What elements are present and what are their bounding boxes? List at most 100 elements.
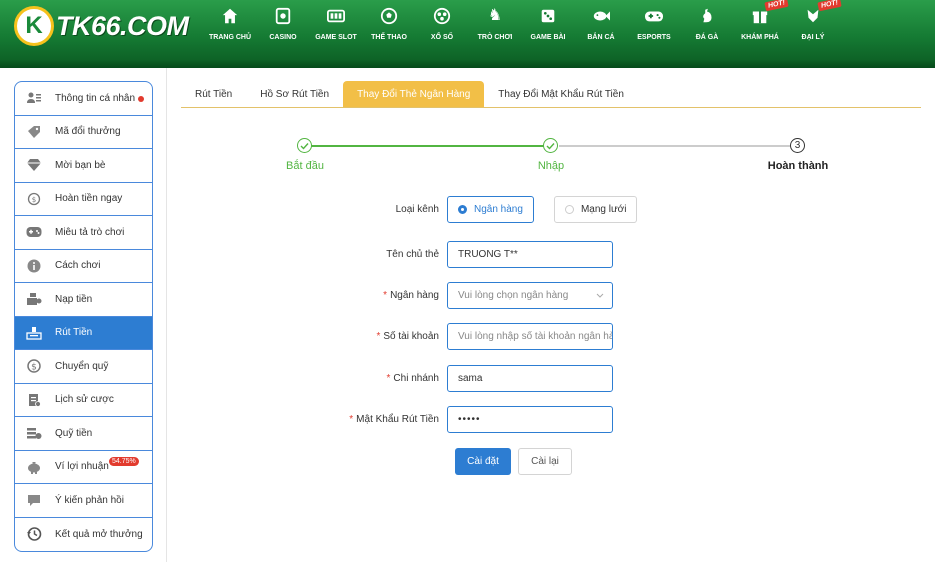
- sidebar-item-label: Nạp tiền: [55, 293, 93, 305]
- sidebar-item-label: Hoàn tiền ngay: [55, 193, 123, 205]
- nav-label: BẮN CÁ: [587, 34, 615, 41]
- nav-item-agent[interactable]: HOT! ĐẠI LÝ: [787, 0, 842, 46]
- sidebar-item-label: Cách chơi: [55, 260, 101, 272]
- branch-input[interactable]: sama: [447, 365, 613, 392]
- sidebar-item-label: Mã đổi thưởng: [55, 126, 121, 138]
- step-2-circle: [543, 138, 558, 153]
- diamond-icon: [25, 156, 43, 174]
- nav-item-sports[interactable]: THỂ THAO: [363, 6, 415, 46]
- step-3-label: Hoàn thành: [767, 160, 829, 172]
- sidebar-item-fund[interactable]: Quỹ tiền: [15, 417, 152, 451]
- sidebar-item-game-desc[interactable]: Miêu tả trò chơi: [15, 216, 152, 250]
- step-3-circle: 3: [790, 138, 805, 153]
- bank-label: * Ngân hàng: [383, 290, 439, 301]
- sidebar-item-redeem-code[interactable]: Mã đổi thưởng: [15, 116, 152, 149]
- svg-text:$: $: [32, 196, 36, 204]
- sidebar-menu: Thông tin cá nhân Mã đổi thưởng Mời bạn …: [14, 81, 153, 552]
- info-icon: [25, 257, 43, 275]
- sidebar-item-label: Thông tin cá nhân: [55, 92, 136, 104]
- bank-label-text: Ngân hàng: [390, 290, 439, 301]
- nav-item-casino[interactable]: CASINO: [257, 6, 309, 46]
- tab-change-bank-card[interactable]: Thay Đổi Thẻ Ngân Hàng: [343, 81, 485, 107]
- top-header: K TK66.COM TRANG CHỦ CASINO GAME SLOT TH…: [0, 0, 935, 68]
- nav-item-cards[interactable]: GAME BÀI: [522, 6, 574, 46]
- piggy-bank-icon: [25, 458, 43, 476]
- nav-item-cockfight[interactable]: ĐÁ GÀ: [681, 6, 733, 46]
- sidebar-item-deposit[interactable]: Nạp tiền: [15, 283, 152, 317]
- check-icon: [546, 142, 555, 150]
- chevron-down-icon: [596, 290, 604, 301]
- nav-label: ĐẠI LÝ: [801, 34, 825, 41]
- sidebar-item-profile[interactable]: Thông tin cá nhân: [15, 82, 152, 116]
- nav-item-lottery[interactable]: XỔ SỐ: [416, 6, 468, 46]
- sidebar-item-withdraw[interactable]: Rút Tiền: [15, 316, 152, 350]
- submit-button[interactable]: Cài đặt: [455, 448, 511, 475]
- sidebar-item-bet-history[interactable]: Lịch sử cược: [15, 384, 152, 417]
- tag-icon: [25, 123, 43, 141]
- reset-button[interactable]: Cài lại: [518, 448, 572, 475]
- account-row: * Số tài khoản Vui lòng nhập số tài khoản…: [317, 323, 613, 350]
- withdraw-icon: [25, 324, 43, 342]
- tab-withdraw-records[interactable]: Hồ Sơ Rút Tiền: [246, 81, 343, 107]
- channel-row: Loại kênh Ngân hàng Mạng lưới: [317, 196, 638, 223]
- channel-option-label: Ngân hàng: [474, 204, 523, 215]
- gamepad-icon: [643, 6, 665, 26]
- sidebar-item-profit-wallet[interactable]: Ví lợi nhuận 54.75%: [15, 451, 152, 484]
- tab-change-withdraw-password[interactable]: Thay Đổi Mật Khẩu Rút Tiền: [484, 81, 638, 107]
- sidebar-item-feedback[interactable]: Ý kiến phản hồi: [15, 484, 152, 518]
- branch-row: * Chi nhánh sama: [317, 365, 613, 392]
- nav-item-esports[interactable]: ESPORTS: [628, 6, 680, 46]
- nav-item-fishing[interactable]: BẮN CÁ: [575, 6, 627, 46]
- sidebar-item-transfer[interactable]: $ Chuyển quỹ: [15, 350, 152, 384]
- nav-label: THỂ THAO: [371, 34, 407, 41]
- nav-item-slot[interactable]: GAME SLOT: [310, 6, 362, 46]
- branch-label-text: Chi nhánh: [393, 373, 439, 384]
- sidebar-panel: Thông tin cá nhân Mã đổi thưởng Mời bạn …: [0, 68, 166, 562]
- sidebar-item-invite[interactable]: Mời bạn bè: [15, 149, 152, 183]
- step-connector-done: [305, 145, 544, 147]
- clock-history-icon: [25, 525, 43, 543]
- sidebar-item-how-to-play[interactable]: Cách chơi: [15, 250, 152, 283]
- withdraw-password-input[interactable]: •••••: [447, 406, 613, 433]
- dollar-coin-icon: $: [25, 357, 43, 375]
- hot-badge: HOT!: [817, 0, 842, 12]
- chess-knight-icon: ♞: [487, 7, 503, 24]
- main-content: Rút Tiền Hồ Sơ Rút Tiền Thay Đổi Thẻ Ngâ…: [166, 68, 935, 562]
- sidebar-item-refund[interactable]: $ Hoàn tiền ngay: [15, 183, 152, 216]
- bank-row: * Ngân hàng Vui lòng chọn ngân hàng: [317, 282, 613, 309]
- form-actions: Cài đặt Cài lại: [455, 448, 572, 475]
- account-label: * Số tài khoản: [376, 331, 439, 342]
- bank-select[interactable]: Vui lòng chọn ngân hàng: [447, 282, 613, 309]
- step-connector-pending: [559, 145, 790, 147]
- nav-label: XỔ SỐ: [430, 34, 454, 41]
- bank-select-placeholder: Vui lòng chọn ngân hàng: [458, 290, 569, 301]
- nav-item-explore[interactable]: HOT! KHÁM PHÁ: [734, 0, 789, 46]
- nav-label: ESPORTS: [637, 34, 671, 41]
- channel-option-network[interactable]: Mạng lưới: [553, 196, 638, 223]
- brand-logo[interactable]: K TK66.COM: [14, 6, 189, 46]
- logo-mark: K: [14, 6, 54, 46]
- card-holder-input[interactable]: TRUONG T**: [447, 241, 613, 268]
- profit-rate-badge: 54.75%: [109, 456, 139, 466]
- channel-option-bank[interactable]: Ngân hàng: [447, 196, 534, 223]
- nav-item-home[interactable]: TRANG CHỦ: [204, 6, 256, 46]
- lottery-icon: [431, 6, 453, 26]
- refund-icon: $: [25, 190, 43, 208]
- sidebar-item-draw-results[interactable]: Kết quả mở thưởng: [15, 518, 152, 552]
- branch-label: * Chi nhánh: [386, 373, 440, 384]
- account-number-input[interactable]: Vui lòng nhập số tài khoản ngân hà: [447, 323, 613, 350]
- password-label-text: Mật Khẩu Rút Tiền: [356, 414, 439, 425]
- sidebar-item-label: Ví lợi nhuận: [55, 461, 109, 473]
- casino-icon: [272, 6, 294, 26]
- channel-label: Loại kênh: [395, 204, 439, 215]
- sidebar-item-label: Ý kiến phản hồi: [55, 494, 124, 506]
- nav-item-games[interactable]: ♞ TRÒ CHƠI: [469, 6, 521, 46]
- password-label: * Mật Khẩu Rút Tiền: [349, 414, 439, 425]
- radio-selected-icon: [458, 205, 467, 214]
- tab-withdraw[interactable]: Rút Tiền: [181, 81, 246, 107]
- radio-unselected-icon: [564, 205, 574, 214]
- deposit-icon: [25, 290, 43, 308]
- check-icon: [300, 142, 309, 150]
- notification-dot: [138, 96, 144, 102]
- withdraw-tabs: Rút Tiền Hồ Sơ Rút Tiền Thay Đổi Thẻ Ngâ…: [181, 81, 921, 108]
